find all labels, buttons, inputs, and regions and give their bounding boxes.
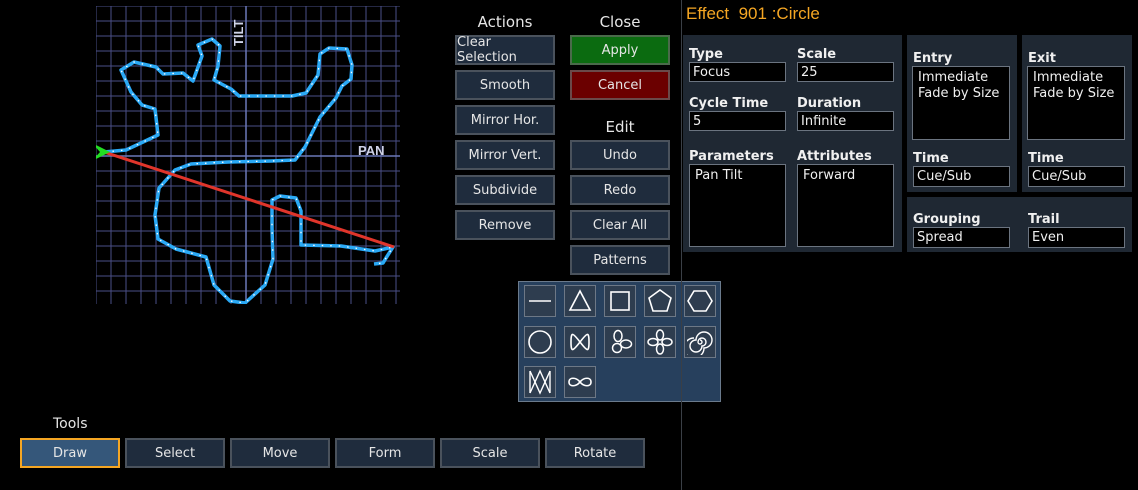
undo-button[interactable]: Undo <box>570 140 670 170</box>
duration-label: Duration <box>797 96 862 111</box>
exit-time-field[interactable]: Cue/Sub <box>1028 166 1125 187</box>
start-arrow-icon[interactable] <box>96 143 110 161</box>
edit-title: Edit <box>605 118 635 136</box>
trail-label: Trail <box>1028 212 1060 227</box>
exit-label: Exit <box>1028 51 1056 66</box>
entry-value-2: Fade by Size <box>918 86 1000 101</box>
exit-time-label: Time <box>1028 151 1064 166</box>
tool-rotate-button[interactable]: Rotate <box>545 438 645 468</box>
figure-eight-icon[interactable] <box>564 326 596 358</box>
tool-draw-button[interactable]: Draw <box>20 438 120 468</box>
entry-value-1: Immediate <box>918 70 989 85</box>
clear-all-button[interactable]: Clear All <box>570 210 670 240</box>
duration-field[interactable]: Infinite <box>797 111 894 131</box>
attributes-label: Attributes <box>797 149 872 164</box>
grouping-field[interactable]: Spread <box>913 227 1010 248</box>
attributes-list[interactable]: Forward <box>797 164 894 247</box>
remove-button[interactable]: Remove <box>455 210 555 240</box>
cycle-time-field[interactable]: 5 <box>689 111 786 131</box>
apply-button[interactable]: Apply <box>570 35 670 65</box>
close-title: Close <box>599 13 641 31</box>
actions-title: Actions <box>477 13 533 31</box>
parameters-label: Parameters <box>689 149 774 164</box>
tool-move-button[interactable]: Move <box>230 438 330 468</box>
four-petal-icon[interactable] <box>644 326 676 358</box>
effect-drawing-grid[interactable]: TILT PAN <box>96 6 400 304</box>
clear-selection-button[interactable]: Clear Selection <box>455 35 555 65</box>
hexagon-icon[interactable] <box>684 285 716 317</box>
trail-field[interactable]: Even <box>1028 227 1125 248</box>
pan-label: PAN <box>358 143 384 158</box>
entry-label: Entry <box>913 51 953 66</box>
pentagon-icon[interactable] <box>644 285 676 317</box>
attributes-value: Forward <box>803 168 856 183</box>
exit-list[interactable]: Immediate Fade by Size <box>1027 66 1125 140</box>
scale-field[interactable]: 25 <box>797 62 894 82</box>
panel-divider <box>681 0 682 490</box>
square-icon[interactable] <box>604 285 636 317</box>
spiral-icon[interactable] <box>684 326 716 358</box>
patterns-popup <box>518 281 721 402</box>
entry-list[interactable]: Immediate Fade by Size <box>912 66 1010 140</box>
three-petal-icon[interactable] <box>604 326 636 358</box>
entry-time-label: Time <box>913 151 949 166</box>
exit-value-2: Fade by Size <box>1033 86 1115 101</box>
tools-title: Tools <box>53 416 88 432</box>
circle-icon[interactable] <box>524 326 556 358</box>
type-field[interactable]: Focus <box>689 62 786 82</box>
zigzag-icon[interactable] <box>524 366 556 398</box>
tool-select-button[interactable]: Select <box>125 438 225 468</box>
parameters-list[interactable]: Pan Tilt <box>689 164 786 247</box>
type-label: Type <box>689 47 723 62</box>
smooth-button[interactable]: Smooth <box>455 70 555 100</box>
mirror-vertical-button[interactable]: Mirror Vert. <box>455 140 555 170</box>
cycle-time-label: Cycle Time <box>689 96 769 111</box>
cancel-button[interactable]: Cancel <box>570 70 670 100</box>
mirror-horizontal-button[interactable]: Mirror Hor. <box>455 105 555 135</box>
tool-scale-button[interactable]: Scale <box>440 438 540 468</box>
parameters-value: Pan Tilt <box>695 168 743 183</box>
redo-button[interactable]: Redo <box>570 175 670 205</box>
patterns-button[interactable]: Patterns <box>570 245 670 275</box>
scale-label: Scale <box>797 47 837 62</box>
exit-value-1: Immediate <box>1033 70 1104 85</box>
entry-time-field[interactable]: Cue/Sub <box>913 166 1010 187</box>
triangle-icon[interactable] <box>564 285 596 317</box>
effect-title: Effect 901 :Circle <box>686 4 820 23</box>
line-icon[interactable] <box>524 285 556 317</box>
grouping-label: Grouping <box>913 212 981 227</box>
subdivide-button[interactable]: Subdivide <box>455 175 555 205</box>
tool-form-button[interactable]: Form <box>335 438 435 468</box>
infinity-icon[interactable] <box>564 366 596 398</box>
tilt-label: TILT <box>231 19 246 46</box>
